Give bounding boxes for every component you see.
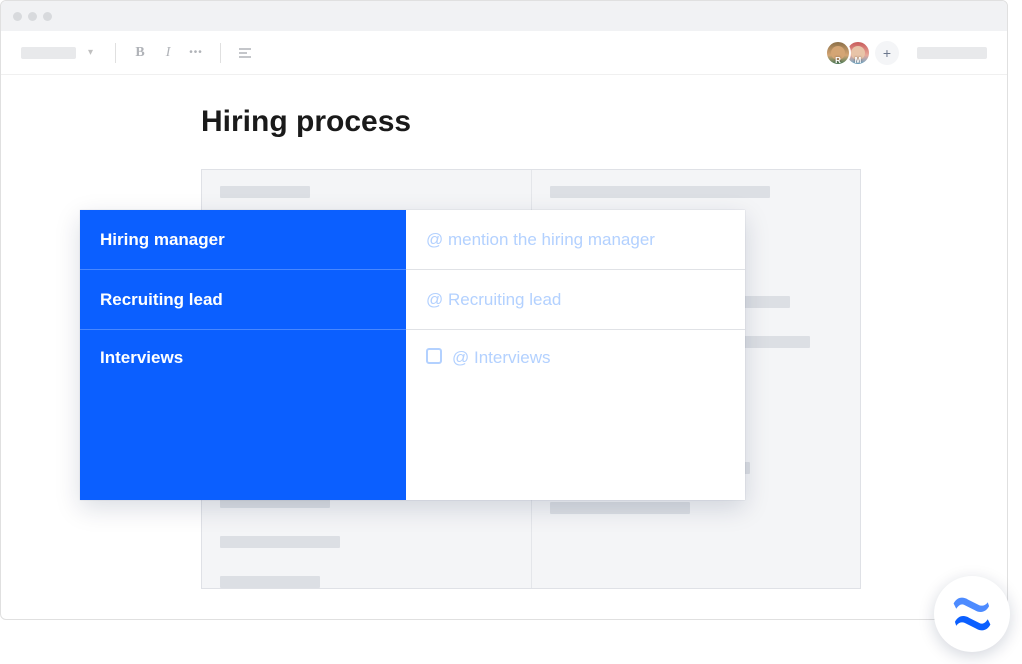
placeholder-line xyxy=(550,502,690,514)
toolbar-left-group: ▾ B I ••• xyxy=(21,41,257,65)
align-button[interactable] xyxy=(233,41,257,65)
toolbar-divider xyxy=(115,43,116,63)
property-value-row[interactable]: @ mention the hiring manager xyxy=(406,210,745,270)
traffic-light-maximize[interactable] xyxy=(43,12,52,21)
properties-popup: Hiring manager Recruiting lead Interview… xyxy=(80,210,745,500)
collaborator-avatar[interactable]: R xyxy=(825,40,851,66)
property-label: Hiring manager xyxy=(100,230,225,250)
property-value-row[interactable]: @ Recruiting lead xyxy=(406,270,745,330)
property-label-row[interactable]: Interviews xyxy=(80,330,406,500)
property-value-row[interactable]: @ Interviews xyxy=(406,330,745,500)
window-titlebar xyxy=(1,1,1007,31)
placeholder-line xyxy=(220,536,340,548)
placeholder-line xyxy=(550,186,770,198)
mention-placeholder: @ Recruiting lead xyxy=(426,290,561,310)
italic-button[interactable]: I xyxy=(156,41,180,65)
property-label-row[interactable]: Recruiting lead xyxy=(80,270,406,330)
mention-placeholder: @ Interviews xyxy=(452,348,551,368)
checkbox-icon[interactable] xyxy=(426,348,442,364)
property-label-row[interactable]: Hiring manager xyxy=(80,210,406,270)
confluence-icon xyxy=(951,593,993,635)
traffic-light-close[interactable] xyxy=(13,12,22,21)
confluence-logo-badge[interactable] xyxy=(934,576,1010,652)
property-label: Recruiting lead xyxy=(100,290,223,310)
bold-button[interactable]: B xyxy=(128,41,152,65)
toolbar-divider xyxy=(220,43,221,63)
chevron-down-icon: ▾ xyxy=(88,47,93,58)
popup-labels-column: Hiring manager Recruiting lead Interview… xyxy=(80,210,406,500)
editor-toolbar: ▾ B I ••• R M + xyxy=(1,31,1007,75)
mention-placeholder: @ mention the hiring manager xyxy=(426,230,655,250)
align-left-icon xyxy=(238,46,252,60)
property-label: Interviews xyxy=(100,348,183,368)
more-formatting-button[interactable]: ••• xyxy=(184,41,208,65)
traffic-light-minimize[interactable] xyxy=(28,12,37,21)
toolbar-action-placeholder[interactable] xyxy=(917,47,987,59)
toolbar-right-group: R M + xyxy=(831,40,987,66)
add-collaborator-button[interactable]: + xyxy=(875,41,899,65)
popup-values-column: @ mention the hiring manager @ Recruitin… xyxy=(406,210,745,500)
placeholder-line xyxy=(220,186,310,198)
page-title[interactable]: Hiring process xyxy=(201,105,967,139)
placeholder-line xyxy=(220,576,320,588)
style-dropdown[interactable] xyxy=(21,47,76,59)
